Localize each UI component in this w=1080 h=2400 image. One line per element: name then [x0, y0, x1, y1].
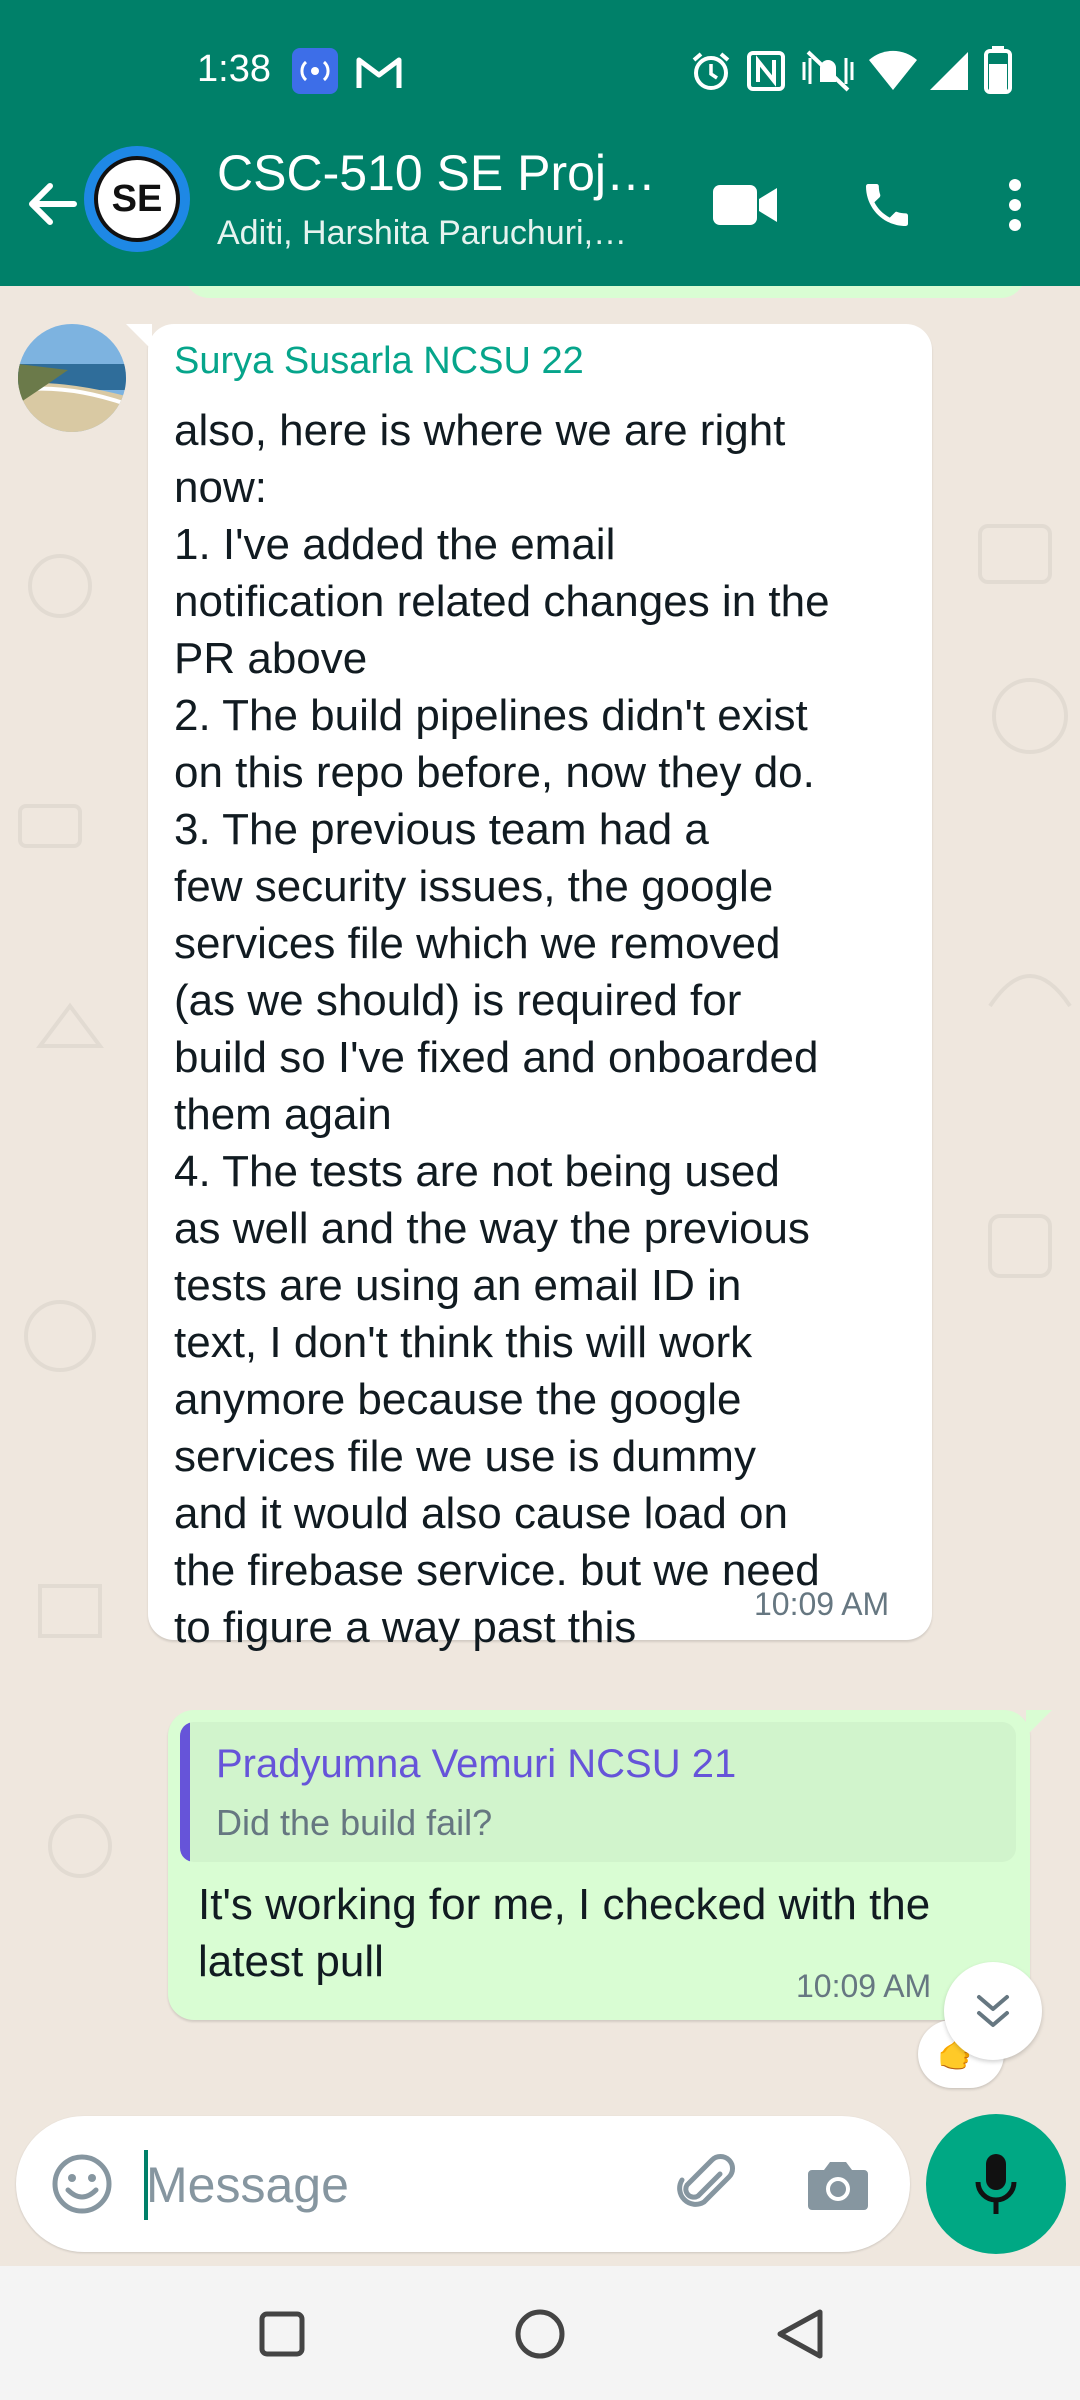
message-composer — [16, 2116, 910, 2252]
status-bar: 1:38 — [0, 0, 1080, 140]
battery-icon — [984, 46, 1012, 99]
more-options-icon[interactable] — [980, 170, 1050, 240]
message-timestamp: 10:09 AM — [754, 1586, 890, 1622]
hotspot-icon — [292, 48, 338, 99]
quote-accent-bar — [180, 1722, 190, 1862]
alarm-icon — [690, 50, 732, 97]
system-navigation-bar — [0, 2266, 1080, 2400]
previous-message-bubble — [185, 286, 1025, 298]
emoji-icon[interactable] — [46, 2148, 118, 2220]
chat-header: SE CSC-510 SE Proj… Aditi, Harshita Paru… — [0, 140, 1080, 286]
group-avatar[interactable]: SE — [84, 146, 190, 252]
chat-subtitle[interactable]: Aditi, Harshita Paruchuri,… — [217, 214, 627, 253]
mic-icon[interactable] — [926, 2114, 1066, 2254]
chat-area[interactable]: Surya Susarla NCSU 22 also, here is wher… — [0, 286, 1080, 2106]
nfc-icon — [746, 50, 786, 97]
video-call-icon[interactable] — [710, 170, 780, 240]
status-time: 1:38 — [197, 48, 271, 90]
group-avatar-text: SE — [94, 156, 180, 242]
gmail-icon — [356, 54, 402, 95]
voice-call-icon[interactable] — [852, 170, 922, 240]
bubble-tail — [1026, 1710, 1052, 1736]
home-icon[interactable] — [508, 2302, 572, 2366]
outgoing-message-bubble[interactable]: Pradyumna Vemuri NCSU 21 Did the build f… — [168, 1710, 1052, 2020]
scroll-down-icon[interactable] — [944, 1962, 1042, 2060]
message-input[interactable] — [144, 2144, 668, 2226]
signal-icon — [928, 50, 970, 97]
message-sender-name[interactable]: Surya Susarla NCSU 22 — [174, 340, 584, 383]
incoming-message-bubble[interactable]: Surya Susarla NCSU 22 also, here is wher… — [126, 324, 932, 1652]
chat-title[interactable]: CSC-510 SE Proj… — [217, 144, 656, 202]
quoted-message[interactable]: Pradyumna Vemuri NCSU 21 Did the build f… — [180, 1722, 1016, 1862]
recents-icon[interactable] — [250, 2302, 314, 2366]
message-text: also, here is where we are right now: 1.… — [174, 406, 830, 1652]
camera-icon[interactable] — [802, 2148, 874, 2220]
back-nav-icon[interactable] — [768, 2302, 832, 2366]
sender-avatar[interactable] — [18, 324, 126, 432]
quoted-text: Did the build fail? — [216, 1802, 493, 1843]
bubble-tail — [126, 324, 152, 350]
quoted-sender-name: Pradyumna Vemuri NCSU 21 — [216, 1742, 737, 1786]
attach-icon[interactable] — [672, 2148, 744, 2220]
wifi-icon — [868, 50, 918, 97]
back-arrow-icon[interactable] — [22, 174, 82, 234]
mute-vibrate-icon — [800, 48, 856, 99]
message-timestamp: 10:09 AM — [796, 1968, 932, 2004]
